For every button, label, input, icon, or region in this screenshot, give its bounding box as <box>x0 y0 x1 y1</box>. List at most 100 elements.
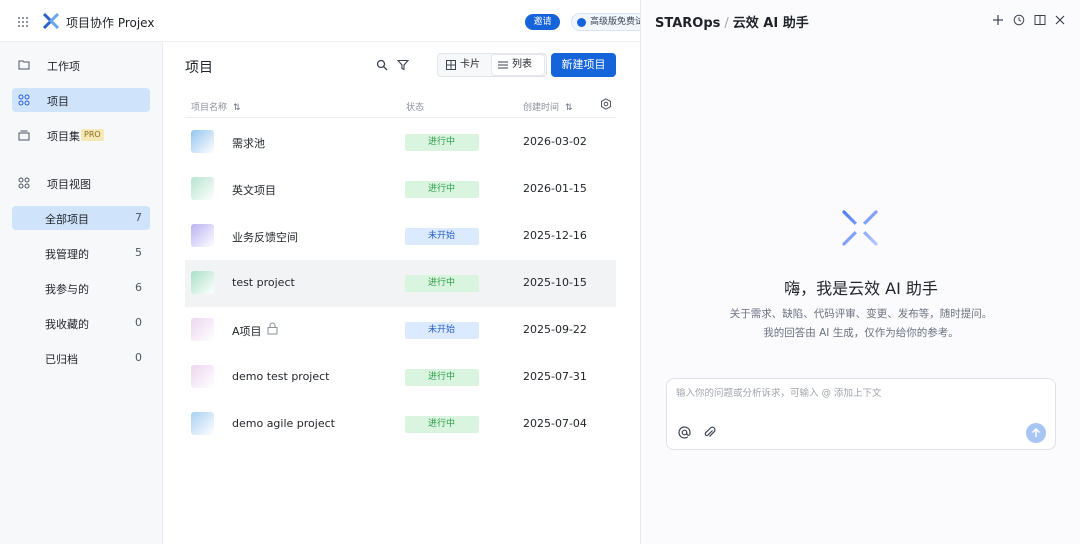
table-row[interactable]: A项目 未开始 2025-09-22 <box>185 307 616 354</box>
trial-badge[interactable]: 高级版免费试用 <box>571 13 651 31</box>
search-icon[interactable] <box>376 59 388 71</box>
invite-button[interactable]: 邀请 <box>525 14 560 30</box>
ai-assistant-logo-icon <box>836 204 884 252</box>
view-participated[interactable]: 我参与的 6 <box>12 276 150 300</box>
folder-icon <box>18 60 30 70</box>
project-name[interactable]: demo agile project <box>232 417 335 430</box>
project-thumbnail <box>191 224 214 247</box>
view-label: 已归档 <box>45 353 78 366</box>
sidebar: 工作项 项目 项目集 PRO 项目视图 全部项目 7 我管理的 5 我参与的 6… <box>0 42 163 544</box>
title-separator: / <box>724 16 729 31</box>
view-count: 0 <box>135 351 142 364</box>
card-grid-icon <box>446 60 456 70</box>
chat-input-box <box>666 378 1056 450</box>
sidebar-item-label: 项目集 <box>47 130 80 143</box>
project-thumbnail <box>191 177 214 200</box>
projex-logo-icon <box>42 13 60 29</box>
attachment-icon[interactable] <box>703 426 716 439</box>
status-badge: 进行中 <box>405 369 479 386</box>
header-divider <box>185 117 616 118</box>
panel-brand: STAROps <box>655 16 721 31</box>
panel-title-text: 云效 AI 助手 <box>732 16 809 31</box>
view-label: 我收藏的 <box>45 318 89 331</box>
send-button[interactable] <box>1026 423 1046 443</box>
created-date: 2025-07-04 <box>523 417 587 430</box>
filter-icon[interactable] <box>397 59 409 71</box>
sidebar-item-work-items[interactable]: 工作项 <box>12 53 150 77</box>
arrow-up-icon <box>1031 427 1041 437</box>
subtitle-line-1: 关于需求、缺陷、代码评审、变更、发布等，随时提问。 <box>729 308 993 320</box>
page-title: 项目 <box>185 60 213 76</box>
project-name[interactable]: A项目 <box>232 323 262 339</box>
project-thumbnail <box>191 412 214 435</box>
project-thumbnail <box>191 130 214 153</box>
status-badge: 进行中 <box>405 134 479 151</box>
close-icon[interactable] <box>1054 14 1066 26</box>
view-count: 7 <box>135 211 142 224</box>
view-toggle: 卡片 列表 <box>437 53 547 77</box>
table-row[interactable]: 英文项目 进行中 2026-01-15 <box>185 166 616 213</box>
plus-icon[interactable] <box>992 14 1004 26</box>
table-row[interactable]: test project 进行中 2025-10-15 <box>185 260 616 307</box>
clock-icon <box>577 18 586 27</box>
history-icon[interactable] <box>1013 14 1025 26</box>
sidebar-item-project-views[interactable]: 项目视图 <box>12 171 150 195</box>
list-view-label: 列表 <box>512 59 532 70</box>
created-date: 2025-12-16 <box>523 229 587 242</box>
sidebar-item-label: 项目视图 <box>47 178 91 191</box>
created-date: 2025-07-31 <box>523 370 587 383</box>
view-all-projects[interactable]: 全部项目 7 <box>12 206 150 230</box>
view-favorites[interactable]: 我收藏的 0 <box>12 311 150 335</box>
column-header-status: 状态 <box>406 103 425 113</box>
view-label: 我参与的 <box>45 283 89 296</box>
status-badge: 进行中 <box>405 416 479 433</box>
sidebar-item-program[interactable]: 项目集 PRO <box>12 123 150 147</box>
column-label: 项目名称 <box>191 103 228 113</box>
stack-icon <box>18 130 30 141</box>
view-label: 我管理的 <box>45 248 89 261</box>
table-row[interactable]: 需求池 进行中 2026-03-02 <box>185 119 616 166</box>
project-name[interactable]: 业务反馈空间 <box>232 229 298 245</box>
settings-icon[interactable] <box>600 98 612 110</box>
view-count: 6 <box>135 281 142 294</box>
chat-input[interactable] <box>676 388 1046 399</box>
panel-title: STAROps / 云效 AI 助手 <box>655 12 809 31</box>
sidebar-item-projects[interactable]: 项目 <box>12 88 150 112</box>
lock-icon <box>267 322 278 335</box>
card-view-label: 卡片 <box>460 59 480 70</box>
project-name[interactable]: 英文项目 <box>232 182 276 198</box>
app-launcher-icon[interactable] <box>17 16 28 27</box>
sort-icon[interactable]: ⇅ <box>565 103 573 113</box>
list-icon <box>498 61 508 69</box>
list-view-button[interactable]: 列表 <box>492 55 544 75</box>
grid-apps-icon <box>18 94 30 106</box>
split-layout-icon[interactable] <box>1034 14 1046 26</box>
project-thumbnail <box>191 318 214 341</box>
table-row[interactable]: demo test project 进行中 2025-07-31 <box>185 354 616 401</box>
sort-icon[interactable]: ⇅ <box>233 103 241 113</box>
project-thumbnail <box>191 271 214 294</box>
column-header-created[interactable]: 创建时间 ⇅ <box>523 100 573 113</box>
table-row[interactable]: demo agile project 进行中 2025-07-04 <box>185 401 616 448</box>
main-content: 项目 卡片 列表 新建项目 项目名称 ⇅ 状态 创建时间 ⇅ 需求池 进行中 2026-… <box>163 42 640 544</box>
subtitle-line-2: 我的回答由 AI 生成，仅作为给你的参考。 <box>763 327 959 339</box>
greeting: 嗨，我是云效 AI 助手 <box>784 279 938 298</box>
card-view-button[interactable]: 卡片 <box>440 55 490 75</box>
mention-icon[interactable] <box>678 426 691 439</box>
status-badge: 未开始 <box>405 228 479 245</box>
top-bar: 项目协作 Projex 邀请 高级版免费试用 <box>0 0 651 42</box>
created-date: 2026-01-15 <box>523 182 587 195</box>
pro-badge: PRO <box>81 129 104 141</box>
project-name[interactable]: test project <box>232 276 295 289</box>
view-managed[interactable]: 我管理的 5 <box>12 241 150 265</box>
project-name[interactable]: demo test project <box>232 370 330 383</box>
column-header-name[interactable]: 项目名称 ⇅ <box>191 100 241 113</box>
view-archived[interactable]: 已归档 0 <box>12 346 150 370</box>
status-badge: 进行中 <box>405 275 479 292</box>
app-title: 项目协作 Projex <box>66 16 155 30</box>
new-project-button[interactable]: 新建项目 <box>551 53 616 77</box>
ai-assistant-panel: STAROps / 云效 AI 助手 嗨，我是云效 AI 助手 关于需求、缺陷、代码… <box>640 0 1080 544</box>
project-name[interactable]: 需求池 <box>232 135 265 151</box>
table-row[interactable]: 业务反馈空间 未开始 2025-12-16 <box>185 213 616 260</box>
sidebar-item-label: 工作项 <box>47 60 80 73</box>
